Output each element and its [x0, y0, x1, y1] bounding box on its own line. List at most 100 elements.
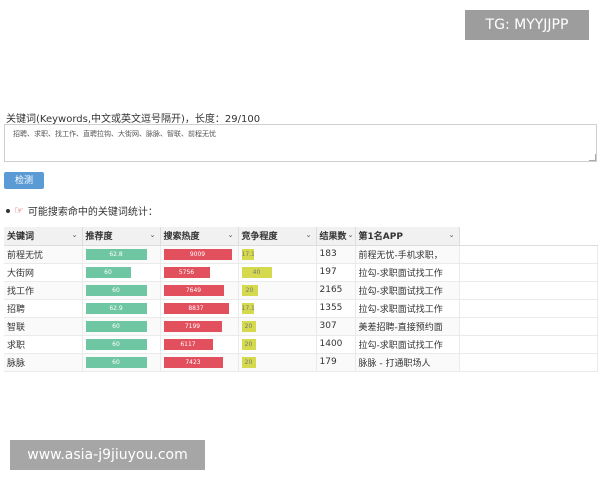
table-header-row: 关键词 ⌄ 推荐度 ⌄ 搜索热度 ⌄ 竞争程度 ⌄ 结果数 ⌄ 第1名APP ⌄: [4, 227, 597, 246]
results-cell: 183: [316, 245, 356, 264]
top-app-cell[interactable]: 脉脉 - 打通职场人: [355, 353, 460, 372]
table-row: 招聘62.9 8837 17.1 1355拉勾-求职面试找工作: [4, 299, 598, 318]
header-competition[interactable]: 竞争程度 ⌄: [238, 227, 317, 246]
resize-grip-icon[interactable]: [589, 154, 596, 161]
heat-cell: 8837: [160, 299, 239, 318]
header-empty: [459, 227, 597, 246]
bullet-icon: [6, 208, 10, 213]
header-recommend[interactable]: 推荐度 ⌄: [82, 227, 161, 246]
empty-cell: [459, 299, 598, 318]
check-button[interactable]: 检测: [4, 172, 44, 189]
top-app-cell[interactable]: 拉勾-求职面试找工作: [355, 299, 460, 318]
keyword-cell: 招聘: [4, 299, 83, 318]
empty-cell: [459, 335, 598, 354]
recommend-bar: 60: [85, 338, 147, 350]
recommend-cell: 60: [82, 335, 161, 354]
heat-cell: 5756: [160, 263, 239, 282]
competition-bar: 17.1: [241, 248, 254, 260]
keyword-cell: 找工作: [4, 281, 83, 300]
recommend-bar: 60: [85, 356, 147, 368]
competition-bar: 40: [241, 266, 272, 278]
keywords-label: 关键词(Keywords,中文或英文逗号隔开)，长度：29/100: [6, 114, 261, 125]
heat-cell: 7423: [160, 353, 239, 372]
header-results[interactable]: 结果数 ⌄: [316, 227, 356, 246]
recommend-cell: 62.8: [82, 245, 161, 264]
results-cell: 307: [316, 317, 356, 336]
table-row: 智联 60 7199 20 307 美差招聘-直接预约面: [4, 317, 598, 336]
heat-bar: 7199: [163, 320, 222, 332]
competition-bar: 20: [241, 356, 256, 368]
stats-title-text: 可能搜索命中的关键词统计：: [27, 207, 158, 218]
heat-bar: 7423: [163, 356, 223, 368]
top-app-cell[interactable]: 拉勾-求职面试找工作: [355, 263, 460, 282]
header-keyword[interactable]: 关键词 ⌄: [4, 227, 83, 246]
header-top-app[interactable]: 第1名APP ⌄: [355, 227, 460, 246]
telegram-badge: TG: MYYJJPP: [465, 10, 589, 40]
table-row: 前程无忧62.8 9009 17.1 183前程无忧-手机求职，: [4, 245, 598, 264]
empty-cell: [459, 263, 598, 282]
table-row: 求职 60 6117 20 1400 拉勾-求职面试找工作: [4, 335, 598, 354]
top-app-cell[interactable]: 美差招聘-直接预约面: [355, 317, 460, 336]
competition-cell: 20: [238, 335, 317, 354]
keyword-cell: 求职: [4, 335, 83, 354]
table-row: 脉脉 60 7423 20 179 脉脉 - 打通职场人: [4, 353, 598, 372]
top-app-cell[interactable]: 前程无忧-手机求职，: [355, 245, 460, 264]
chevron-down-icon[interactable]: ⌄: [348, 231, 354, 239]
header-heat[interactable]: 搜索热度 ⌄: [160, 227, 239, 246]
recommend-cell: 60: [82, 263, 161, 282]
heat-cell: 6117: [160, 335, 239, 354]
stats-title: ☞ 可能搜索命中的关键词统计：: [6, 203, 158, 218]
pointing-hand-icon: ☞: [14, 204, 24, 217]
keyword-stats-table: 关键词 ⌄ 推荐度 ⌄ 搜索热度 ⌄ 竞争程度 ⌄ 结果数 ⌄ 第1名APP ⌄ 前程无忧 6…: [4, 227, 598, 372]
heat-bar: 9009: [163, 248, 232, 260]
competition-bar: 20: [241, 320, 256, 332]
empty-cell: [459, 281, 598, 300]
competition-cell: 17.1: [238, 299, 317, 318]
table-row: 大街网 60 5756 40 197 拉勾-求职面试找工作: [4, 263, 598, 282]
results-cell: 1355: [316, 299, 356, 318]
table-row: 找工作 60 7649 20 2165 拉勾-求职面试找工作: [4, 281, 598, 300]
results-cell: 1400: [316, 335, 356, 354]
competition-cell: 17.1: [238, 245, 317, 264]
keyword-cell: 前程无忧: [4, 245, 83, 264]
chevron-down-icon[interactable]: ⌄: [306, 231, 312, 239]
heat-bar: 6117: [163, 338, 213, 350]
chevron-down-icon[interactable]: ⌄: [150, 231, 156, 239]
chevron-down-icon[interactable]: ⌄: [72, 231, 78, 239]
heat-cell: 9009: [160, 245, 239, 264]
chevron-down-icon[interactable]: ⌄: [228, 231, 234, 239]
recommend-bar: 62.9: [85, 302, 147, 314]
empty-cell: [459, 317, 598, 336]
recommend-cell: 60: [82, 353, 161, 372]
competition-cell: 20: [238, 317, 317, 336]
recommend-bar: 60: [85, 284, 147, 296]
top-app-cell[interactable]: 拉勾-求职面试找工作: [355, 281, 460, 300]
heat-cell: 7649: [160, 281, 239, 300]
heat-bar: 5756: [163, 266, 210, 278]
recommend-bar: 60: [85, 266, 131, 278]
keyword-cell: 脉脉: [4, 353, 83, 372]
competition-cell: 40: [238, 263, 317, 282]
recommend-bar: 62.8: [85, 248, 147, 260]
results-cell: 2165: [316, 281, 356, 300]
heat-bar: 8837: [163, 302, 229, 314]
keywords-input[interactable]: 招聘、求职、找工作、直聘拉钩、大街网、脉脉、智联、前程无忧: [4, 124, 597, 162]
results-cell: 179: [316, 353, 356, 372]
heat-cell: 7199: [160, 317, 239, 336]
competition-bar: 20: [241, 338, 256, 350]
recommend-cell: 60: [82, 317, 161, 336]
empty-cell: [459, 245, 598, 264]
competition-bar: 17.1: [241, 302, 254, 314]
site-watermark: www.asia-j9jiuyou.com: [10, 440, 205, 470]
keyword-cell: 大街网: [4, 263, 83, 282]
recommend-bar: 60: [85, 320, 147, 332]
competition-cell: 20: [238, 353, 317, 372]
heat-bar: 7649: [163, 284, 224, 296]
empty-cell: [459, 353, 598, 372]
top-app-cell[interactable]: 拉勾-求职面试找工作: [355, 335, 460, 354]
recommend-cell: 60: [82, 281, 161, 300]
results-cell: 197: [316, 263, 356, 282]
recommend-cell: 62.9: [82, 299, 161, 318]
chevron-down-icon[interactable]: ⌄: [449, 231, 455, 239]
competition-bar: 20: [241, 284, 258, 296]
